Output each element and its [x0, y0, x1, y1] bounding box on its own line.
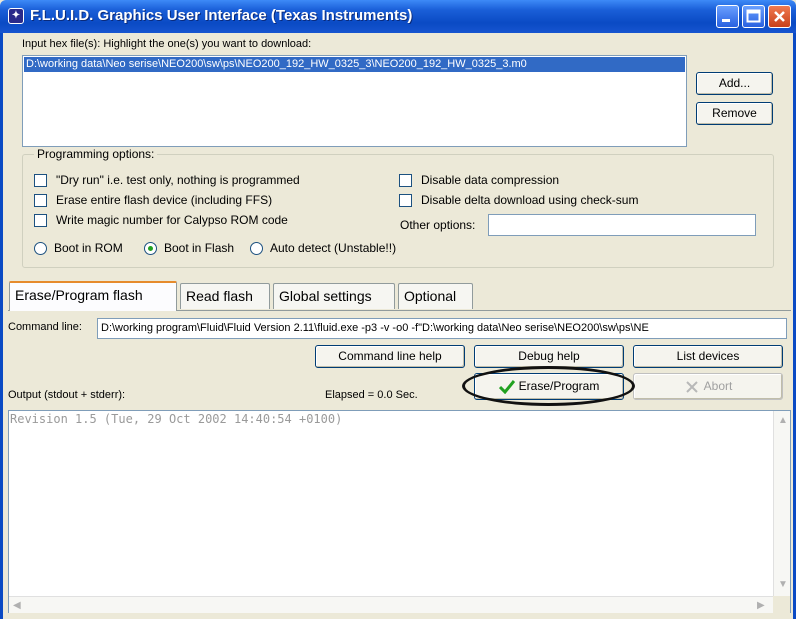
scroll-right-icon[interactable]: ▶ — [757, 600, 765, 611]
horizontal-scrollbar[interactable]: ◀ ▶ — [9, 596, 773, 613]
scroll-left-icon[interactable]: ◀ — [13, 600, 21, 611]
programming-options-legend: Programming options: — [34, 147, 158, 161]
input-files-label: Input hex file(s): Highlight the one(s) … — [22, 38, 312, 50]
output-label: Output (stdout + stderr): — [8, 389, 126, 401]
highlight-ellipse — [462, 366, 635, 406]
output-textarea[interactable] — [8, 410, 791, 613]
close-button[interactable] — [768, 5, 791, 28]
dry-run-label: "Dry run" i.e. test only, nothing is pro… — [56, 173, 300, 187]
disable-delta-checkbox[interactable] — [399, 194, 412, 207]
programming-options-group — [22, 154, 774, 268]
tab-read-flash[interactable]: Read flash — [180, 283, 270, 309]
tab-optional[interactable]: Optional — [398, 283, 473, 309]
file-list[interactable]: D:\working data\Neo serise\NEO200\sw\ps\… — [22, 55, 687, 147]
minimize-icon — [722, 19, 730, 22]
scroll-down-icon[interactable]: ▼ — [778, 579, 788, 590]
elapsed-time: Elapsed = 0.0 Sec. — [325, 389, 418, 401]
abort-label: Abort — [703, 379, 733, 393]
boot-rom-label: Boot in ROM — [54, 241, 123, 255]
abort-icon — [685, 381, 698, 393]
auto-detect-radio[interactable] — [250, 242, 263, 255]
vertical-scrollbar[interactable]: ▲ ▼ — [773, 411, 790, 596]
remove-file-button[interactable]: Remove — [696, 102, 773, 125]
window-title: F.L.U.I.D. Graphics User Interface (Texa… — [30, 7, 413, 24]
erase-entire-label: Erase entire flash device (including FFS… — [56, 193, 273, 207]
disable-compression-checkbox[interactable] — [399, 174, 412, 187]
boot-flash-radio[interactable] — [144, 242, 157, 255]
disable-compression-label: Disable data compression — [421, 173, 560, 187]
auto-detect-label: Auto detect (Unstable!!) — [270, 241, 397, 255]
add-file-button[interactable]: Add... — [696, 72, 773, 95]
tab-global-settings[interactable]: Global settings — [273, 283, 395, 309]
list-devices-button[interactable]: List devices — [633, 345, 783, 368]
other-options-label: Other options: — [400, 218, 476, 232]
output-text: Revision 1.5 (Tue, 29 Oct 2002 14:40:54 … — [10, 412, 343, 426]
erase-entire-checkbox[interactable] — [34, 194, 47, 207]
write-magic-checkbox[interactable] — [34, 214, 47, 227]
boot-rom-radio[interactable] — [34, 242, 47, 255]
close-icon — [774, 11, 785, 22]
fluid-app-icon: ✦ — [8, 8, 24, 24]
other-options-input[interactable] — [488, 214, 756, 236]
debug-help-button[interactable]: Debug help — [474, 345, 624, 368]
command-line-input[interactable]: D:\working program\Fluid\Fluid Version 2… — [97, 318, 787, 339]
boot-flash-label: Boot in Flash — [164, 241, 235, 255]
write-magic-label: Write magic number for Calypso ROM code — [56, 213, 288, 227]
maximize-icon — [746, 9, 761, 23]
scroll-up-icon[interactable]: ▲ — [778, 415, 788, 426]
abort-button[interactable]: Abort — [633, 373, 783, 400]
file-list-item-selected[interactable]: D:\working data\Neo serise\NEO200\sw\ps\… — [24, 57, 685, 72]
dry-run-checkbox[interactable] — [34, 174, 47, 187]
command-line-label: Command line: — [8, 321, 82, 333]
radio-selected-dot — [148, 246, 153, 251]
command-line-help-button[interactable]: Command line help — [315, 345, 465, 368]
tab-erase-program-flash[interactable]: Erase/Program flash — [9, 281, 177, 311]
resize-grip-icon[interactable] — [773, 596, 790, 613]
disable-delta-label: Disable delta download using check-sum — [421, 193, 639, 207]
minimize-button[interactable] — [716, 5, 739, 28]
maximize-button[interactable] — [742, 5, 765, 28]
